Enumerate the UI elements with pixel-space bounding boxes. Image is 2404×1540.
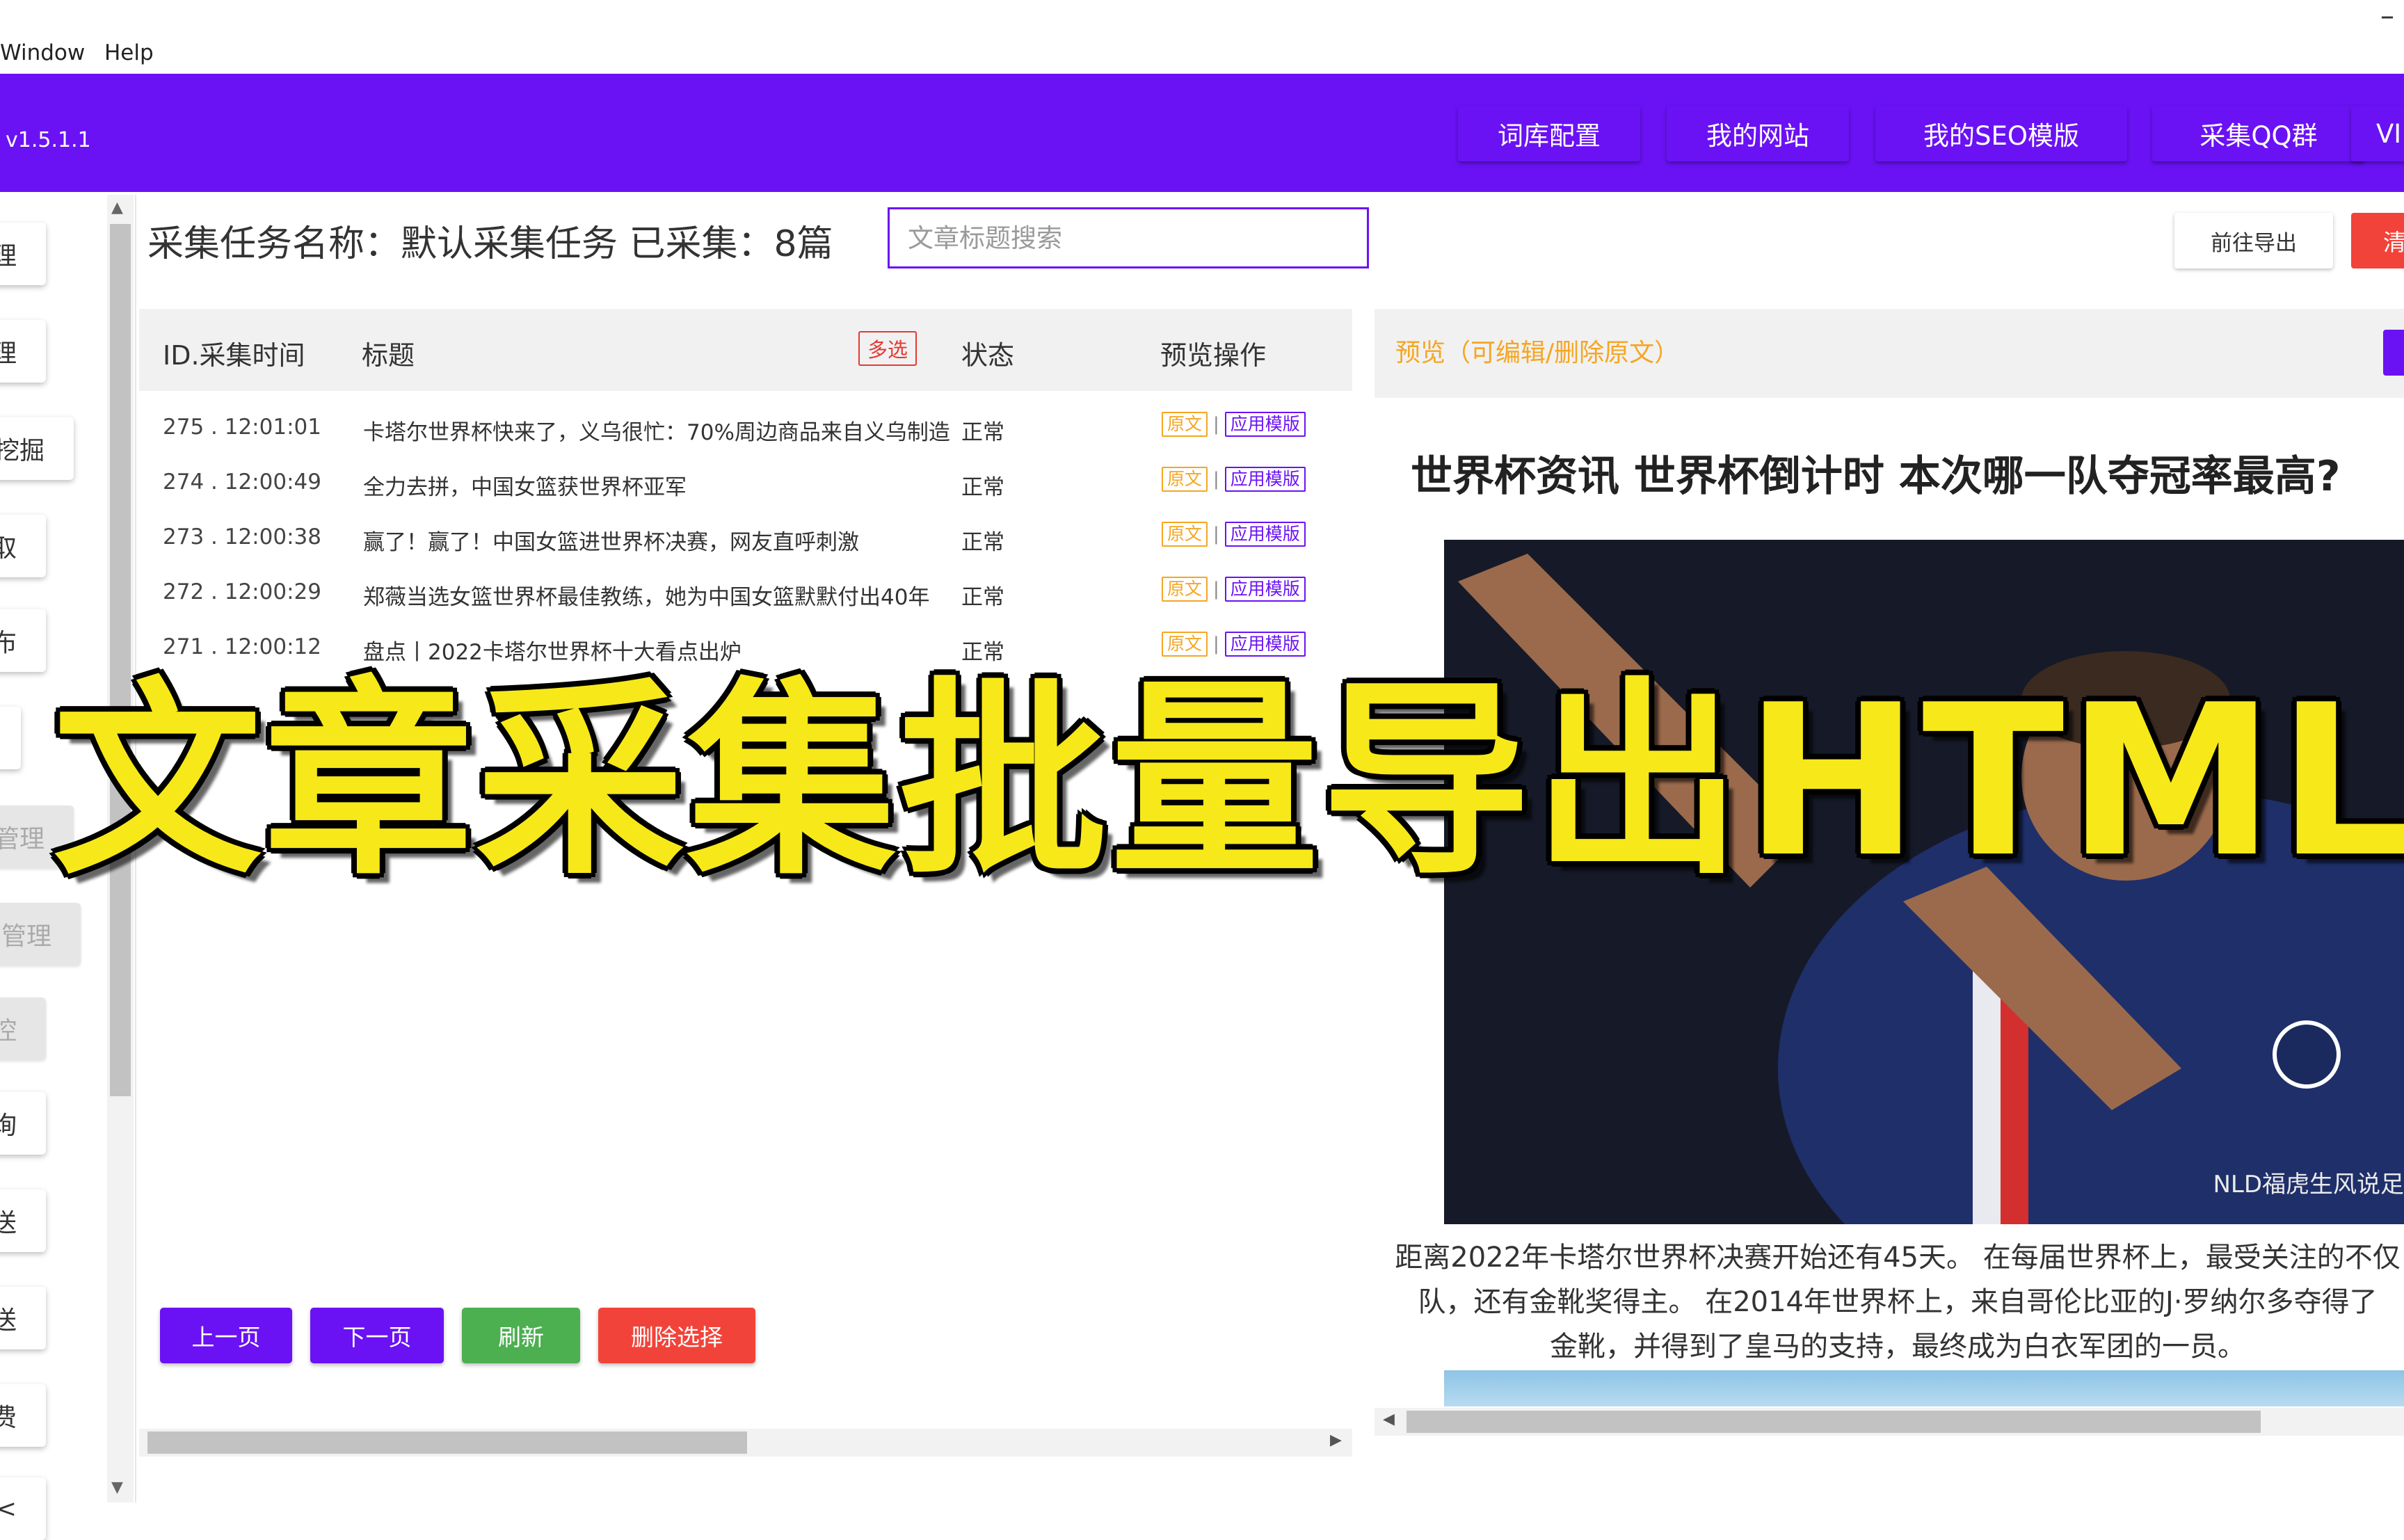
app-version: v1.5.1.1 (6, 128, 91, 152)
sidebar-item-label: 送 (0, 1209, 17, 1237)
row-status: 正常 (961, 585, 1004, 610)
prev-page-button[interactable]: 上一页 (160, 1308, 292, 1363)
sidebar-item-label: 管理 (1, 922, 51, 951)
sidebar-item-label: 取 (0, 534, 17, 563)
row-ops: 原文 | 应用模版 (1162, 577, 1306, 602)
sidebar-item-label: 理 (0, 242, 17, 271)
clear-button[interactable]: 清 (2351, 213, 2404, 268)
table-row[interactable]: 274 . 12:00:49 全力去拼，中国女篮获世界杯亚军 正常 原文 | 应… (139, 457, 1352, 512)
task-summary: 采集任务名称：默认采集任务 已采集：8篇 (147, 223, 833, 265)
column-preview-ops: 预览操作 (1160, 340, 1267, 371)
sidebar-item-11[interactable]: 送 (0, 1189, 46, 1252)
sidebar-item-label: 费 (0, 1404, 17, 1432)
sidebar-item-label: 理 (0, 339, 17, 368)
table-row[interactable]: 273 . 12:00:38 赢了！赢了！中国女篮进世界杯决赛，网友直呼刺激 正… (139, 512, 1352, 567)
sidebar-item-10[interactable]: 询 (0, 1092, 46, 1155)
scroll-right-icon[interactable]: ▶ (1330, 1431, 1342, 1449)
article-body-line: 金靴，并得到了皇马的支持，最终成为白衣军团的一员。 (1550, 1331, 2245, 1363)
sidebar-item-6[interactable] (0, 707, 21, 769)
scroll-up-icon[interactable]: ▲ (111, 199, 123, 216)
row-status: 正常 (961, 475, 1004, 500)
view-original-button[interactable]: 原文 (1162, 467, 1208, 492)
sidebar-item-label: 布 (0, 629, 17, 657)
row-id-time: 273 . 12:00:38 (163, 524, 321, 550)
apply-template-button[interactable]: 应用模版 (1224, 467, 1306, 492)
next-page-button[interactable]: 下一页 (310, 1308, 444, 1363)
image-watermark: NLD福虎生风说足 (2213, 1171, 2404, 1198)
article-body-line: 距离2022年卡塔尔世界杯决赛开始还有45天。 在每届世界杯上，最受关注的不仅 (1395, 1242, 2401, 1274)
multi-select-button[interactable]: 多选 (858, 331, 917, 366)
menu-help[interactable]: Help (104, 40, 154, 65)
sidebar-item-label: 管理 (0, 825, 45, 853)
row-ops: 原文 | 应用模版 (1162, 522, 1306, 547)
apply-template-button[interactable]: 应用模版 (1224, 412, 1306, 437)
apply-template-button[interactable]: 应用模版 (1224, 577, 1306, 602)
overlay-caption: 文章采集批量导出HTML (53, 660, 2404, 903)
menu-window[interactable]: Window (0, 40, 85, 65)
sidebar-item-label: 控 (0, 1017, 17, 1045)
article-body-line: 队，还有金靴奖得主。 在2014年世界杯上，来自哥伦比亚的J·罗纳尔多夺得了 (1418, 1286, 2378, 1318)
sidebar-item-4[interactable]: 取 (0, 515, 46, 577)
sidebar-item-3[interactable]: 挖掘 (0, 417, 74, 480)
view-original-button[interactable]: 原文 (1162, 522, 1208, 547)
sidebar-item-label: 挖掘 (0, 437, 45, 465)
nav-my-sites[interactable]: 我的网站 (1667, 106, 1849, 161)
menu-bar: Window Help – (0, 0, 2404, 74)
ops-separator: | (1213, 579, 1219, 600)
column-title: 标题 (362, 340, 415, 371)
sidebar-item-9[interactable]: 控 (0, 997, 46, 1060)
apply-template-button[interactable]: 应用模版 (1224, 522, 1306, 547)
minimize-icon[interactable]: – (2380, 0, 2394, 32)
row-ops: 原文 | 应用模版 (1162, 467, 1306, 492)
view-original-button[interactable]: 原文 (1162, 577, 1208, 602)
nav-my-seo-template[interactable]: 我的SEO模版 (1875, 106, 2127, 161)
table-row[interactable]: 275 . 12:01:01 卡塔尔世界杯快来了，义乌很忙：70%周边商品来自义… (139, 402, 1352, 457)
sidebar-item-14[interactable]: < (0, 1477, 46, 1540)
sidebar-item-2[interactable]: 理 (0, 320, 46, 383)
preview-hscrollbar-thumb[interactable] (1407, 1411, 2261, 1433)
nav-collect-qq-group[interactable]: 采集QQ群 (2152, 106, 2365, 161)
table-hscrollbar-thumb[interactable] (147, 1431, 747, 1454)
column-status: 状态 (961, 340, 1015, 371)
row-ops: 原文 | 应用模版 (1162, 412, 1306, 437)
row-status: 正常 (961, 420, 1004, 445)
go-export-button[interactable]: 前往导出 (2174, 213, 2333, 268)
refresh-button[interactable]: 刷新 (462, 1308, 580, 1363)
view-original-button[interactable]: 原文 (1162, 412, 1208, 437)
title-search-input[interactable] (888, 207, 1369, 268)
scroll-left-icon[interactable]: ◀ (1383, 1411, 1395, 1428)
ops-separator: | (1213, 524, 1219, 545)
preview-label: 预览（可编辑/删除原文） (1395, 339, 1680, 367)
sidebar-item-12[interactable]: 送 (0, 1287, 46, 1349)
row-status: 正常 (961, 530, 1004, 555)
sidebar-item-label: 询 (0, 1112, 17, 1140)
column-id-time: ID.采集时间 (163, 340, 305, 371)
nav-vip[interactable]: VI (2351, 106, 2404, 161)
preview-action-button[interactable] (2383, 330, 2404, 376)
delete-selected-button[interactable]: 删除选择 (598, 1308, 755, 1363)
next-image-strip (1444, 1370, 2404, 1406)
sidebar-item-5[interactable]: 布 (0, 609, 46, 672)
ops-separator: | (1213, 414, 1219, 435)
row-id-time: 272 . 12:00:29 (163, 579, 321, 604)
article-body: 距离2022年卡塔尔世界杯决赛开始还有45天。 在每届世界杯上，最受关注的不仅 … (1383, 1235, 2404, 1369)
sidebar-item-13[interactable]: 费 (0, 1384, 46, 1447)
scroll-down-icon[interactable]: ▼ (111, 1479, 123, 1496)
sidebar-item-label: 送 (0, 1306, 17, 1335)
sidebar-item-label: < (0, 1494, 17, 1523)
row-id-time: 274 . 12:00:49 (163, 470, 321, 495)
nav-lexicon-config[interactable]: 词库配置 (1458, 106, 1640, 161)
ops-separator: | (1213, 469, 1219, 490)
article-title: 世界杯资讯 世界杯倒计时 本次哪一队夺冠率最高? (1411, 452, 2341, 501)
row-id-time: 275 . 12:01:01 (163, 415, 321, 440)
sidebar-item-1[interactable]: 理 (0, 223, 46, 285)
